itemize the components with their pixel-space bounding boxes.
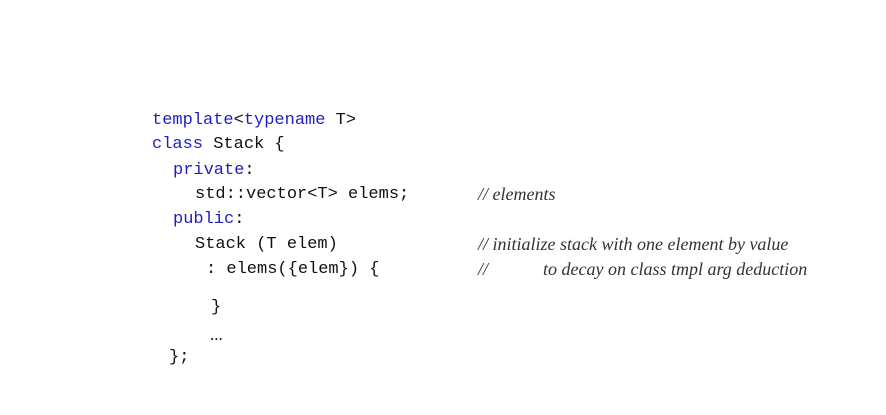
code-line-ellipsis: ... [210, 325, 223, 344]
code-text: Stack { [203, 135, 285, 154]
code-text: T> [325, 111, 357, 130]
keyword-private: private [173, 161, 245, 180]
keyword-public: public [173, 210, 235, 229]
comment-initialize: // initialize stack with one element by … [478, 234, 789, 254]
code-line-constructor: Stack (T elem) [195, 235, 338, 254]
keyword-class: class [152, 135, 204, 154]
code-line-template: template<typename T> [152, 111, 356, 131]
code-text: : [244, 161, 255, 180]
code-text: : [234, 210, 245, 229]
code-line-close-brace: } [211, 298, 222, 317]
comment-slashes: // [478, 259, 489, 279]
code-line-init-list: : elems({elem}) { [206, 260, 380, 279]
code-listing: template<typename T> class Stack { priva… [0, 0, 886, 415]
comment-decay: to decay on class tmpl arg deduction [543, 259, 808, 279]
keyword-template: template [152, 111, 234, 130]
code-line-private: private: [173, 161, 255, 181]
code-text: < [233, 111, 244, 130]
code-line-class-end: }; [169, 348, 190, 367]
code-line-public: public: [173, 210, 244, 230]
code-line-class: class Stack { [152, 135, 285, 155]
code-line-elems-decl: std::vector<T> elems; [195, 185, 410, 204]
comment-elements: // elements [478, 184, 556, 204]
keyword-typename: typename [243, 111, 326, 130]
